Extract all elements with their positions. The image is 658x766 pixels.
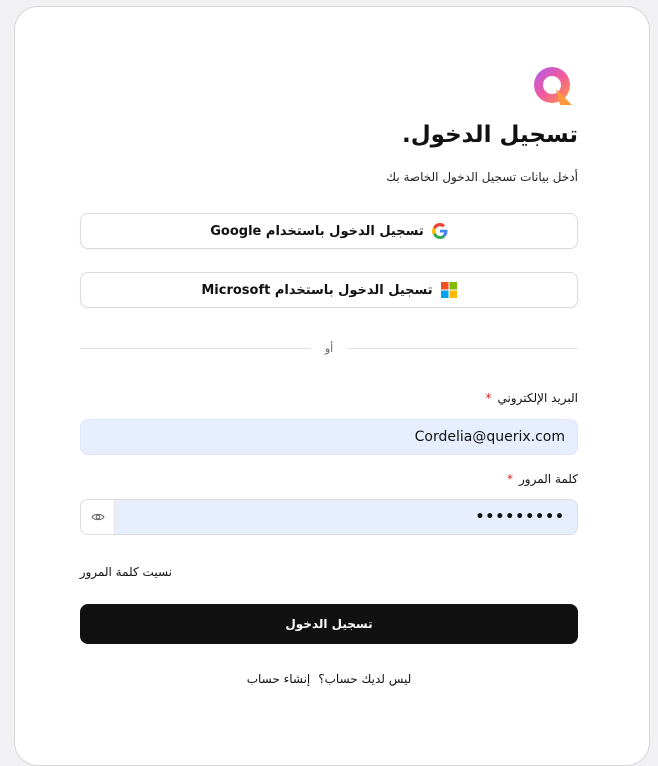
microsoft-signin-label: تسجيل الدخول باستخدام Microsoft bbox=[201, 282, 433, 298]
querix-logo-icon bbox=[534, 67, 572, 105]
divider-text: أو bbox=[324, 341, 334, 355]
login-card bbox=[14, 6, 650, 766]
password-field-value: ••••••••• bbox=[475, 509, 565, 525]
login-button[interactable]: تسجيل الدخول bbox=[80, 604, 578, 644]
divider-line bbox=[347, 347, 578, 349]
create-account-link[interactable]: إنشاء حساب bbox=[247, 672, 311, 686]
microsoft-signin-button[interactable]: تسجيل الدخول باستخدام Microsoft bbox=[80, 272, 578, 308]
page-title: تسجيل الدخول. bbox=[401, 122, 578, 148]
microsoft-icon bbox=[440, 282, 457, 298]
signup-prompt: ليس لديك حساب؟ إنشاء حساب bbox=[0, 672, 658, 686]
eye-icon bbox=[90, 513, 105, 521]
email-label-text: البريد الإلكتروني bbox=[497, 391, 578, 405]
divider-line bbox=[80, 347, 311, 349]
forgot-password-link[interactable]: نسيت كلمة المرور bbox=[80, 565, 172, 579]
email-field[interactable]: Cordelia@querix.com bbox=[80, 419, 578, 455]
google-signin-button[interactable]: تسجيل الدخول باستخدام Google bbox=[80, 213, 578, 249]
email-field-value: Cordelia@querix.com bbox=[414, 429, 565, 445]
no-account-text: ليس لديك حساب؟ bbox=[318, 672, 412, 686]
google-icon bbox=[431, 223, 448, 239]
password-label: كلمة المرور * bbox=[507, 472, 578, 486]
or-divider: أو bbox=[80, 340, 578, 356]
email-label: البريد الإلكتروني * bbox=[485, 391, 578, 405]
password-field[interactable]: ••••••••• bbox=[80, 499, 578, 535]
page-subtitle: أدخل بيانات تسجيل الدخول الخاصة بك bbox=[386, 170, 578, 184]
password-label-text: كلمة المرور bbox=[518, 472, 578, 486]
show-password-toggle[interactable] bbox=[81, 500, 115, 534]
required-marker: * bbox=[506, 472, 513, 486]
required-marker: * bbox=[485, 391, 492, 405]
google-signin-label: تسجيل الدخول باستخدام Google bbox=[210, 223, 424, 239]
